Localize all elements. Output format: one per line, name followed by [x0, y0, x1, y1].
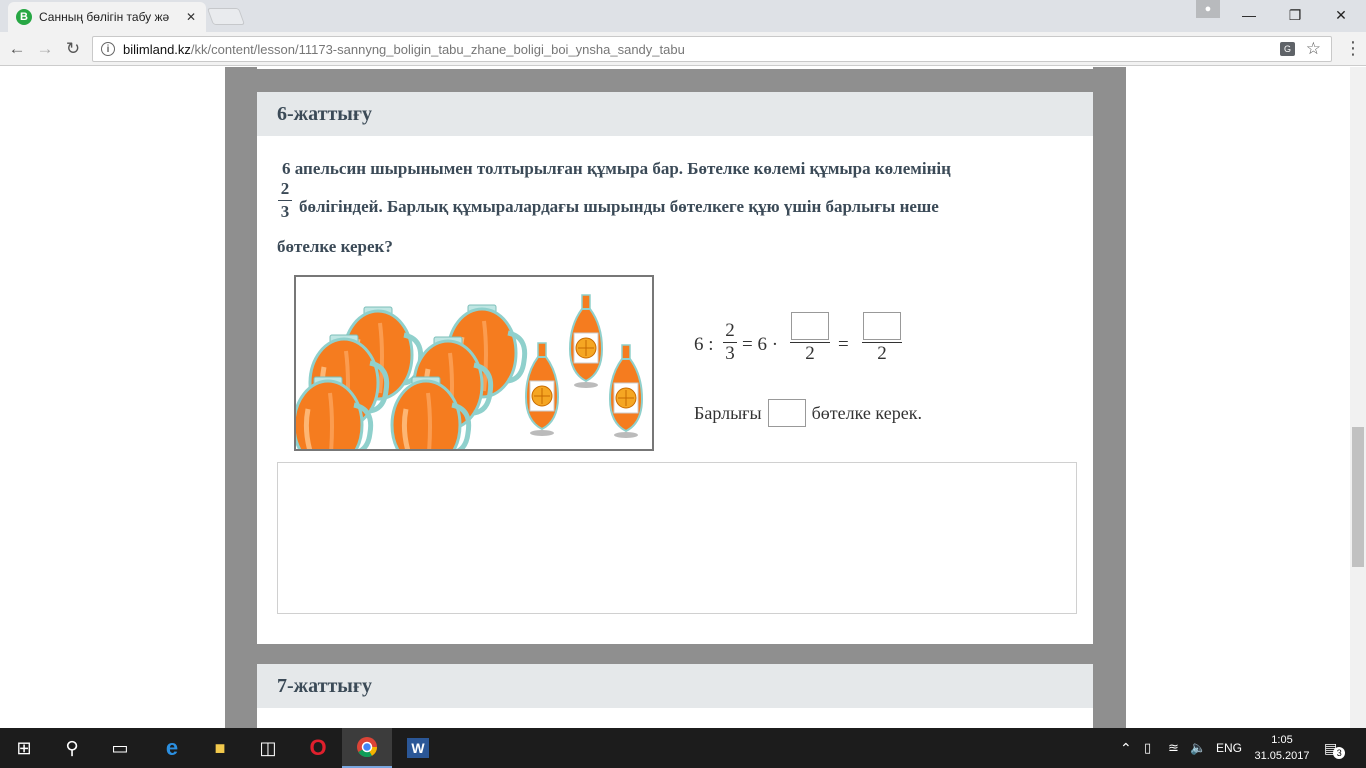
- exercise-6-title: 6-жаттығу: [277, 102, 372, 125]
- store-icon[interactable]: ◫: [244, 728, 292, 768]
- close-window-button[interactable]: ✕: [1318, 2, 1364, 28]
- equation-fraction-1-den: 3: [725, 343, 735, 364]
- equation-numerator-input-1[interactable]: [791, 312, 829, 340]
- question-line-3: бөтелке керек?: [277, 237, 393, 256]
- reload-button[interactable]: ↻: [60, 36, 86, 62]
- equation-fraction-3-den: 2: [877, 343, 887, 364]
- bottle-2: [525, 342, 559, 437]
- question-fraction: 2 3: [277, 180, 293, 221]
- new-tab-button[interactable]: [206, 8, 246, 25]
- equation-fraction-2-den: 2: [805, 343, 815, 364]
- exercise-6-header: 6-жаттығу: [257, 92, 1093, 136]
- question-line-1: 6 апельсин шырынымен толтырылған құмыра …: [282, 159, 951, 178]
- show-hidden-icons-icon[interactable]: ⌃: [1120, 728, 1132, 768]
- bookmark-star-icon[interactable]: ☆: [1306, 39, 1321, 59]
- tab-strip: B Санның бөлігін табу жә ✕ ● — ❐ ✕: [0, 0, 1366, 32]
- equation-numerator-input-2[interactable]: [863, 312, 901, 340]
- notification-count: 3: [1333, 747, 1346, 759]
- address-bar[interactable]: i bilimland.kz/kk/content/lesson/11173-s…: [92, 36, 1332, 62]
- action-center-icon[interactable]: ▤ 3: [1324, 728, 1346, 768]
- url-path: /kk/content/lesson/11173-sannyng_boligin…: [190, 41, 685, 57]
- previous-card-bottom: [257, 67, 1093, 69]
- toolbar: ← → ↻ i bilimland.kz/kk/content/lesson/1…: [0, 32, 1366, 66]
- answer-suffix: бөтелке керек.: [811, 402, 922, 423]
- clock-date: 31.05.2017: [1254, 750, 1310, 762]
- profile-icon[interactable]: ●: [1196, 0, 1220, 18]
- windows-start-icon[interactable]: ⊞: [0, 728, 48, 768]
- browser-tab[interactable]: B Санның бөлігін табу жә ✕: [8, 2, 206, 32]
- vertical-scrollbar[interactable]: [1350, 67, 1366, 728]
- close-tab-icon[interactable]: ✕: [186, 10, 196, 24]
- fraction-denominator: 3: [280, 202, 290, 221]
- minimize-button[interactable]: —: [1226, 2, 1272, 28]
- volume-icon[interactable]: 🔈: [1190, 728, 1206, 768]
- fraction-numerator: 2: [280, 179, 290, 198]
- forward-button[interactable]: →: [32, 36, 58, 62]
- page-viewport: 6-жаттығу 6 апельсин шырынымен толтырылғ…: [0, 67, 1350, 728]
- restore-button[interactable]: ❐: [1272, 2, 1318, 28]
- url-domain: bilimland.kz: [123, 41, 191, 57]
- equation-fraction-3: 2: [862, 312, 902, 365]
- jugs-bottles-illustration: [294, 275, 654, 451]
- exercise-7-title: 7-жаттығу: [277, 674, 372, 697]
- bottle-3: [609, 344, 643, 439]
- word-icon[interactable]: W: [394, 728, 442, 768]
- tab-title: Санның бөлігін табу жә: [39, 10, 170, 24]
- answer-sentence: Барлығы бөтелке керек.: [694, 399, 922, 427]
- file-explorer-icon[interactable]: ■: [196, 728, 244, 768]
- task-view-icon[interactable]: ▭: [96, 728, 144, 768]
- equation-equals: =: [838, 334, 849, 355]
- search-icon[interactable]: ⚲: [48, 728, 96, 768]
- back-button[interactable]: ←: [4, 36, 30, 62]
- fraction-bar: [278, 200, 292, 201]
- equation-fraction-2: 2: [790, 312, 830, 365]
- clock-time: 1:05: [1271, 734, 1293, 746]
- wifi-icon[interactable]: ≊: [1168, 728, 1179, 768]
- chrome-logo-svg: [357, 737, 378, 758]
- battery-icon[interactable]: ▯: [1144, 728, 1151, 768]
- scrollbar-thumb[interactable]: [1352, 427, 1364, 567]
- chrome-menu-icon[interactable]: ⋮: [1344, 38, 1362, 59]
- question-line-2: бөлігіндей. Барлық құмыралардағы шырынды…: [299, 197, 939, 216]
- exercise-7-header: 7-жаттығу: [257, 664, 1093, 708]
- clock[interactable]: 1:05 31.05.2017: [1252, 728, 1312, 768]
- edge-icon[interactable]: e: [148, 728, 196, 768]
- chrome-icon[interactable]: [342, 728, 392, 768]
- jugs-bottles-svg: [296, 294, 643, 449]
- opera-icon[interactable]: O: [294, 728, 342, 768]
- info-icon[interactable]: i: [101, 42, 115, 56]
- equation-fraction-1-num: 2: [725, 320, 735, 341]
- translate-icon[interactable]: G: [1280, 42, 1295, 56]
- site-favicon-icon: B: [16, 9, 32, 25]
- exercise-7-body: [257, 708, 1093, 728]
- answer-area[interactable]: [277, 462, 1077, 614]
- answer-prefix: Барлығы: [694, 402, 762, 423]
- content-column: 6-жаттығу 6 апельсин шырынымен толтырылғ…: [225, 67, 1126, 728]
- equation-lhs: 6 :: [694, 334, 714, 355]
- bottle-count-input[interactable]: [767, 399, 806, 427]
- windows-taskbar: ⊞ ⚲ ▭ e ■ ◫ O W ⌃ ▯ ≊ 🔈 ENG 1:05 31.05.2…: [0, 728, 1366, 768]
- equation-fraction-1: 2 3: [722, 320, 738, 365]
- equation-mid: = 6 ·: [742, 334, 779, 355]
- language-indicator[interactable]: ENG: [1216, 728, 1242, 768]
- bottle-1: [569, 294, 603, 389]
- exercise-6-body: 6 апельсин шырынымен толтырылған құмыра …: [257, 136, 1093, 644]
